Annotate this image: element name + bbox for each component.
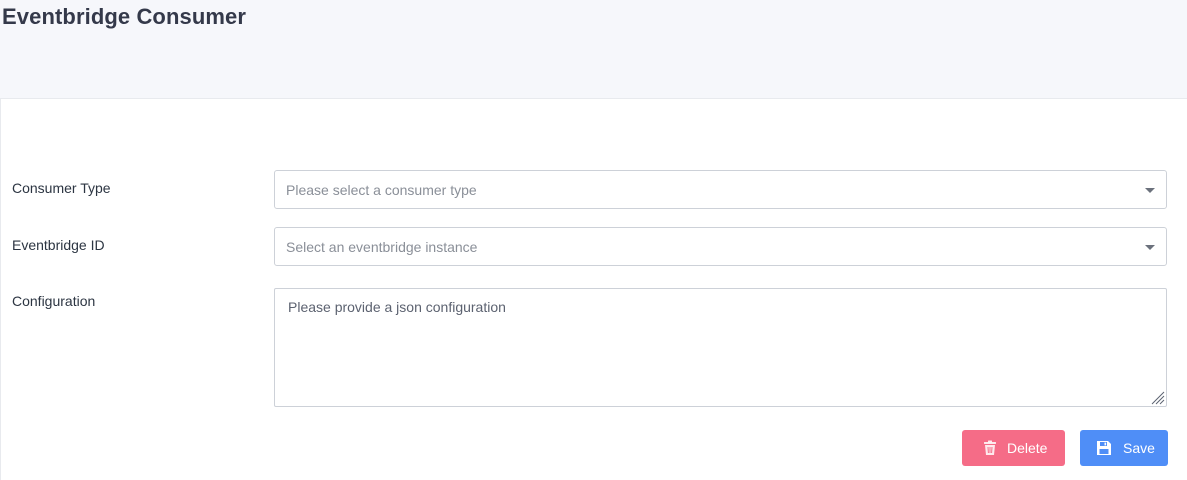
chevron-down-icon xyxy=(1145,188,1155,193)
save-button[interactable]: Save xyxy=(1080,430,1168,466)
trash-icon xyxy=(982,440,998,456)
configuration-placeholder: Please provide a json configuration xyxy=(288,299,506,315)
eventbridge-id-label: Eventbridge ID xyxy=(12,237,105,253)
eventbridge-id-select[interactable]: Select an eventbridge instance xyxy=(274,227,1167,266)
page-title: Eventbridge Consumer xyxy=(2,4,246,30)
eventbridge-id-placeholder: Select an eventbridge instance xyxy=(286,239,477,255)
chevron-down-icon xyxy=(1145,245,1155,250)
floppy-disk-icon xyxy=(1096,440,1112,456)
configuration-label: Configuration xyxy=(12,293,95,309)
delete-button[interactable]: Delete xyxy=(962,430,1065,466)
consumer-type-label: Consumer Type xyxy=(12,180,111,196)
consumer-type-select[interactable]: Please select a consumer type xyxy=(274,170,1167,209)
consumer-type-placeholder: Please select a consumer type xyxy=(286,182,477,198)
resize-handle-icon[interactable] xyxy=(1149,389,1165,405)
configuration-textarea[interactable]: Please provide a json configuration xyxy=(274,288,1167,407)
save-button-label: Save xyxy=(1123,440,1155,456)
delete-button-label: Delete xyxy=(1007,440,1047,456)
